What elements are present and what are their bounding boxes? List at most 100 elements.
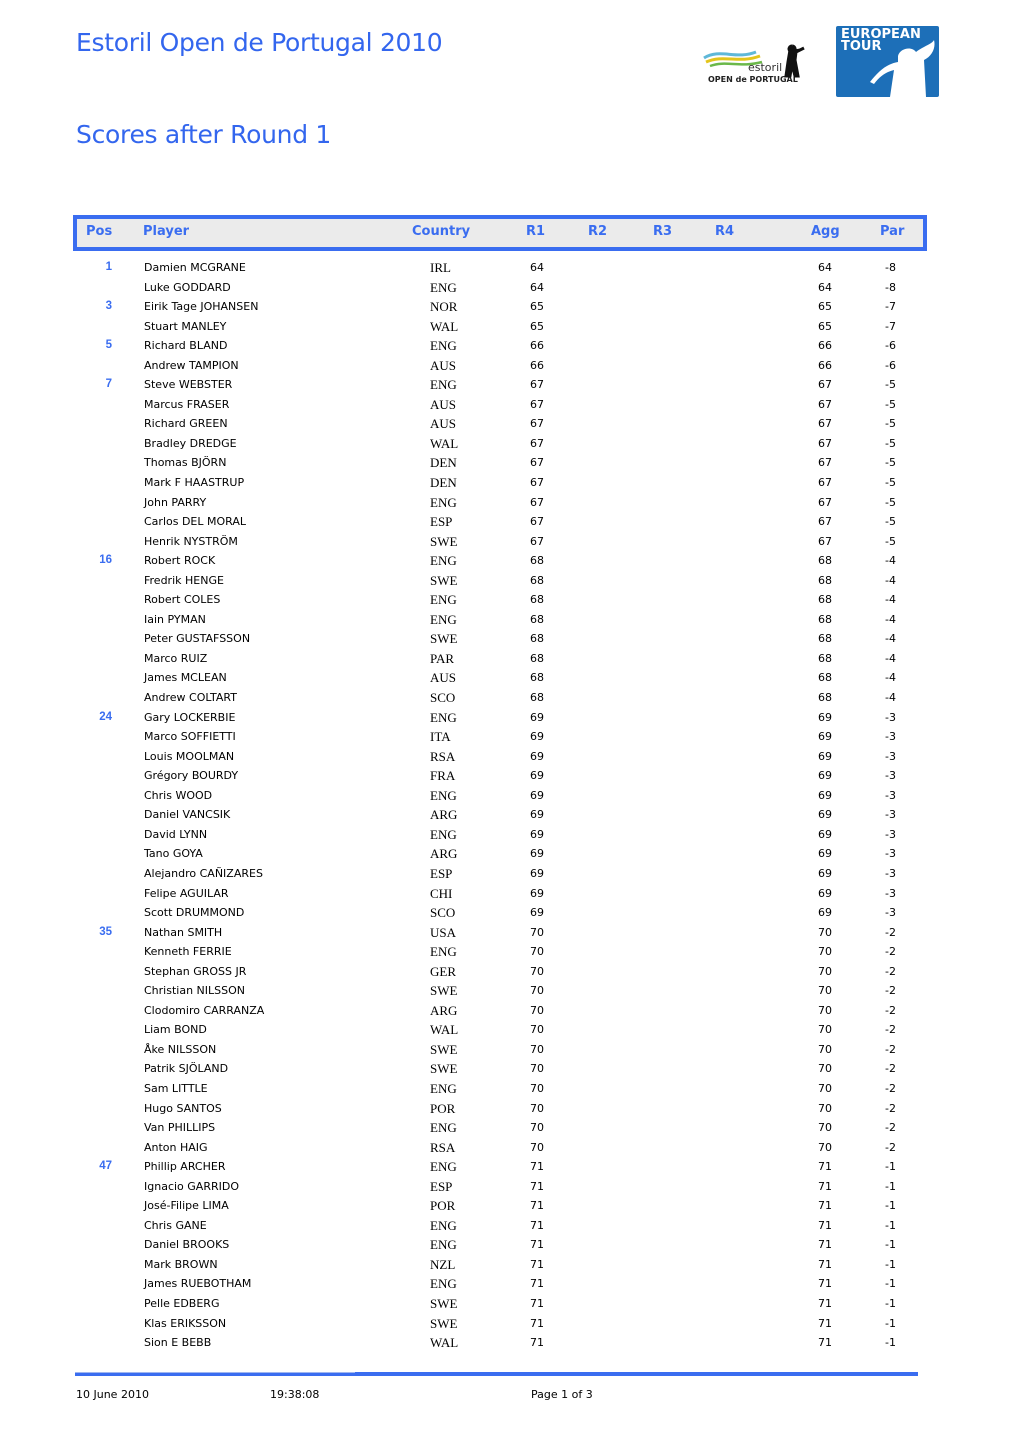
cell-r1: 71 [530,1160,544,1174]
column-header-r3[interactable]: R3 [653,224,672,239]
cell-country: ENG [430,1237,457,1253]
cell-r1: 66 [530,358,544,372]
cell-player: Patrik SJÖLAND [144,1062,229,1076]
cell-r1: 71 [530,1199,544,1213]
cell-country: ESP [430,514,453,530]
cell-r1: 68 [530,632,544,646]
table-row: Luke GODDARD ENG 64 64 -8 [0,278,1020,298]
table-row: Pelle EDBERG SWE 71 71 -1 [0,1294,1020,1314]
table-row: Mark BROWN NZL 71 71 -1 [0,1255,1020,1275]
cell-country: ESP [430,865,453,881]
cell-player: Henrik NYSTRÖM [144,534,238,548]
column-header-agg[interactable]: Agg [811,224,840,239]
column-header-pos[interactable]: Pos [86,224,112,239]
cell-agg: 70 [818,1101,832,1115]
cell-player: Anton HAIG [144,1140,208,1154]
cell-player: Bradley DREDGE [144,436,237,450]
cell-par: -1 [885,1179,896,1193]
cell-agg: 69 [818,730,832,744]
cell-r1: 68 [530,651,544,665]
cell-par: -1 [885,1316,896,1330]
table-row: Peter GUSTAFSSON SWE 68 68 -4 [0,629,1020,649]
cell-player: Van PHILLIPS [144,1121,216,1135]
cell-par: -5 [885,534,896,548]
table-row: Daniel BROOKS ENG 71 71 -1 [0,1235,1020,1255]
cell-par: -3 [885,788,896,802]
table-row: Louis MOOLMAN RSA 69 69 -3 [0,747,1020,767]
cell-agg: 71 [818,1179,832,1193]
cell-country: ENG [430,611,457,627]
cell-r1: 69 [530,906,544,920]
cell-par: -5 [885,515,896,529]
cell-r1: 70 [530,1023,544,1037]
cell-r1: 68 [530,593,544,607]
estoril-swoosh-icon: estoril OPEN de PORTUGAL [703,44,805,84]
cell-pos: 47 [99,1160,112,1173]
cell-r1: 67 [530,397,544,411]
cell-agg: 64 [818,261,832,274]
cell-par: -5 [885,476,896,490]
cell-pos: 24 [99,710,112,723]
cell-player: Peter GUSTAFSSON [144,632,251,646]
cell-country: WAL [430,1022,459,1038]
cell-agg: 70 [818,1023,832,1037]
table-row: Stephan GROSS JR GER 70 70 -2 [0,962,1020,982]
table-row: James RUEBOTHAM ENG 71 71 -1 [0,1274,1020,1294]
table-row: Thomas BJÖRN DEN 67 67 -5 [0,453,1020,473]
cell-player: Gary LOCKERBIE [144,710,236,724]
cell-player: Daniel VANCSIK [144,808,231,822]
cell-country: PAR [430,650,455,666]
cell-player: Damien MCGRANE [144,261,246,274]
cell-player: Tano GOYA [144,847,203,861]
cell-r1: 68 [530,573,544,587]
column-header-country[interactable]: Country [412,224,470,239]
cell-agg: 71 [818,1218,832,1232]
column-header-par[interactable]: Par [880,224,904,239]
table-row: Kenneth FERRIE ENG 70 70 -2 [0,942,1020,962]
cell-r1: 65 [530,319,544,333]
table-row: Iain PYMAN ENG 68 68 -4 [0,610,1020,630]
cell-r1: 71 [530,1316,544,1330]
cell-country: ARG [430,846,458,862]
column-header-r4[interactable]: R4 [715,224,734,239]
cell-r1: 68 [530,691,544,705]
cell-country: RSA [430,1139,456,1155]
cell-player: Nathan SMITH [144,925,223,939]
table-row: Bradley DREDGE WAL 67 67 -5 [0,434,1020,454]
cell-agg: 69 [818,827,832,841]
cell-player: Liam BOND [144,1023,207,1037]
cell-agg: 70 [818,1121,832,1135]
cell-country: ENG [430,826,457,842]
cell-par: -7 [885,300,896,314]
table-row: 3 Eirik Tage JOHANSEN NOR 65 65 -7 [0,297,1020,317]
cell-agg: 71 [818,1160,832,1174]
cell-r1: 71 [530,1296,544,1310]
cell-agg: 69 [818,886,832,900]
cell-par: -2 [885,1042,896,1056]
cell-par: -3 [885,730,896,744]
cell-country: NOR [430,299,458,315]
table-row: Grégory BOURDY FRA 69 69 -3 [0,766,1020,786]
cell-par: -3 [885,906,896,920]
cell-country: SWE [430,1295,458,1311]
cell-country: DEN [430,455,457,471]
cell-par: -4 [885,632,896,646]
cell-player: Richard GREEN [144,417,228,431]
cell-player: Eirik Tage JOHANSEN [144,300,259,314]
cell-pos: 16 [99,554,112,567]
cell-par: -1 [885,1336,896,1350]
column-header-r2[interactable]: R2 [588,224,607,239]
table-row: John PARRY ENG 67 67 -5 [0,493,1020,513]
cell-country: SCO [430,690,456,706]
table-row: Liam BOND WAL 70 70 -2 [0,1020,1020,1040]
cell-player: Grégory BOURDY [144,769,239,783]
column-header-r1[interactable]: R1 [526,224,545,239]
cell-player: Pelle EDBERG [144,1296,220,1310]
cell-player: Mark F HAASTRUP [144,476,245,490]
cell-par: -4 [885,671,896,685]
table-row: 47 Phillip ARCHER ENG 71 71 -1 [0,1157,1020,1177]
column-header-player[interactable]: Player [143,224,189,239]
cell-agg: 69 [818,847,832,861]
table-row: David LYNN ENG 69 69 -3 [0,825,1020,845]
cell-country: GER [430,963,456,979]
